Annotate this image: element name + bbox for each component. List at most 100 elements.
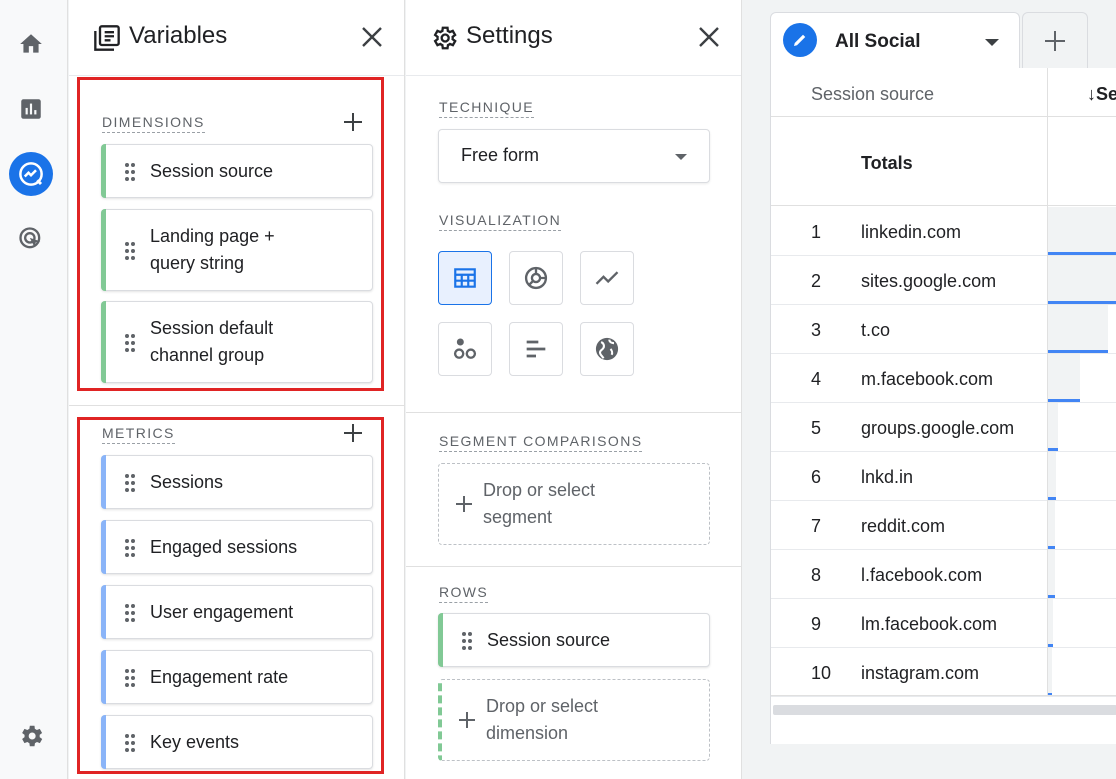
- variables-icon: [94, 25, 120, 51]
- edit-icon[interactable]: [783, 23, 817, 57]
- dropzone-label-line2: segment: [483, 507, 553, 527]
- row-index: 10: [811, 663, 832, 683]
- exploration-canvas: All Social Session source ↓Se Totals 1 li…: [770, 0, 1116, 779]
- chevron-down-icon: [675, 154, 687, 160]
- highlight-box-dimensions: [77, 77, 384, 391]
- viz-bar-button[interactable]: [509, 322, 563, 376]
- rows-chip-session-source[interactable]: Session source: [438, 613, 710, 667]
- row-session-source: groups.google.com: [861, 418, 1015, 438]
- row-session-source: l.facebook.com: [861, 565, 983, 585]
- technique-value: Free form: [461, 145, 540, 165]
- advertising-icon: [19, 227, 41, 249]
- value-bar: [1048, 399, 1080, 402]
- value-bar: [1048, 546, 1055, 549]
- gear-icon: [22, 725, 43, 747]
- variables-title: Variables: [129, 22, 228, 49]
- row-index: 7: [811, 516, 822, 536]
- donut-chart-icon: [524, 266, 548, 290]
- column-header-session-source[interactable]: Session source: [811, 84, 934, 105]
- table-row[interactable]: 9 lm.facebook.com: [771, 599, 1116, 648]
- plus-icon: [456, 496, 472, 512]
- table-row[interactable]: 6 lnkd.in: [771, 452, 1116, 501]
- settings-header: Settings: [406, 0, 741, 76]
- nav-advertising[interactable]: [9, 217, 53, 261]
- geo-map-icon: [595, 337, 619, 361]
- chevron-down-icon[interactable]: [985, 39, 999, 46]
- column-divider: [1047, 68, 1048, 695]
- technique-select[interactable]: Free form: [438, 129, 710, 183]
- data-table: Session source ↓Se Totals 1 linkedin.com 2…: [770, 68, 1116, 744]
- table-row[interactable]: 3 t.co: [771, 305, 1116, 354]
- value-bar: [1048, 350, 1108, 353]
- row-index: 4: [811, 369, 822, 389]
- nav-explore[interactable]: [9, 152, 53, 196]
- value-bar: [1048, 448, 1058, 451]
- row-index: 5: [811, 418, 822, 438]
- technique-label: TECHNIQUE: [439, 99, 535, 118]
- table-row[interactable]: 7 reddit.com: [771, 501, 1116, 550]
- row-session-source: instagram.com: [861, 663, 980, 683]
- segment-dropzone[interactable]: Drop or select segment: [438, 463, 710, 545]
- close-icon[interactable]: [361, 26, 383, 48]
- table-row[interactable]: 2 sites.google.com: [771, 256, 1116, 305]
- add-tab-button[interactable]: [1022, 12, 1088, 68]
- value-bar-bg: [1048, 354, 1080, 402]
- row-index: 9: [811, 614, 822, 634]
- explore-icon: [19, 162, 43, 186]
- row-session-source: reddit.com: [861, 516, 946, 536]
- row-index: 2: [811, 271, 822, 291]
- chip-label: Session source: [487, 630, 611, 650]
- tab-all-social[interactable]: All Social: [770, 12, 1020, 72]
- dropzone-label-line1: Drop or select: [486, 696, 599, 716]
- section-divider: [69, 405, 404, 406]
- value-bar-bg: [1048, 256, 1116, 304]
- close-icon[interactable]: [698, 26, 720, 48]
- row-index: 1: [811, 222, 822, 242]
- value-bar-bg: [1048, 305, 1108, 353]
- row-session-source: lnkd.in: [861, 467, 914, 487]
- line-chart-icon: [595, 271, 619, 285]
- table-row[interactable]: 4 m.facebook.com: [771, 354, 1116, 403]
- variables-panel: Variables DIMENSIONS Session source Land…: [69, 0, 405, 779]
- scatter-plot-icon: [453, 338, 477, 359]
- value-bar-bg: [1048, 452, 1056, 500]
- table-row[interactable]: 8 l.facebook.com: [771, 550, 1116, 599]
- nav-reports[interactable]: [9, 87, 53, 131]
- row-index: 8: [811, 565, 822, 585]
- value-bar-bg: [1048, 501, 1055, 549]
- bar-chart-icon: [526, 340, 546, 358]
- dropzone-label-line1: Drop or select: [483, 480, 596, 500]
- value-bar: [1048, 497, 1056, 500]
- highlight-box-metrics: [77, 417, 384, 774]
- viz-donut-button[interactable]: [509, 251, 563, 305]
- viz-scatter-button[interactable]: [438, 322, 492, 376]
- horizontal-scrollbar[interactable]: [773, 705, 1116, 715]
- column-header-sessions[interactable]: ↓Se: [1087, 84, 1116, 105]
- totals-row: Totals: [771, 117, 1116, 206]
- value-bar: [1048, 301, 1116, 304]
- value-bar-bg: [1048, 207, 1116, 255]
- table-row[interactable]: 10 instagram.com: [771, 648, 1116, 697]
- nav-settings[interactable]: [9, 714, 53, 758]
- viz-table-button[interactable]: [438, 251, 492, 305]
- value-bar: [1048, 644, 1053, 647]
- table-icon: [454, 268, 476, 288]
- totals-label: Totals: [861, 153, 913, 173]
- value-bar-bg: [1048, 599, 1053, 647]
- settings-title: Settings: [466, 22, 553, 49]
- settings-panel: Settings TECHNIQUE Free form VISUALIZATI…: [406, 0, 742, 779]
- rows-label: ROWS: [439, 584, 489, 603]
- viz-line-button[interactable]: [580, 251, 634, 305]
- drag-handle-icon[interactable]: [461, 631, 473, 651]
- rows-dropzone[interactable]: Drop or select dimension: [438, 679, 710, 761]
- viz-geo-button[interactable]: [580, 322, 634, 376]
- nav-home[interactable]: [9, 22, 53, 66]
- variables-header: Variables: [69, 0, 404, 76]
- table-row[interactable]: 1 linkedin.com: [771, 207, 1116, 256]
- row-session-source: t.co: [861, 320, 891, 340]
- row-index: 3: [811, 320, 822, 340]
- table-row[interactable]: 5 groups.google.com: [771, 403, 1116, 452]
- value-bar: [1048, 252, 1116, 255]
- row-session-source: m.facebook.com: [861, 369, 994, 389]
- row-index: 6: [811, 467, 822, 487]
